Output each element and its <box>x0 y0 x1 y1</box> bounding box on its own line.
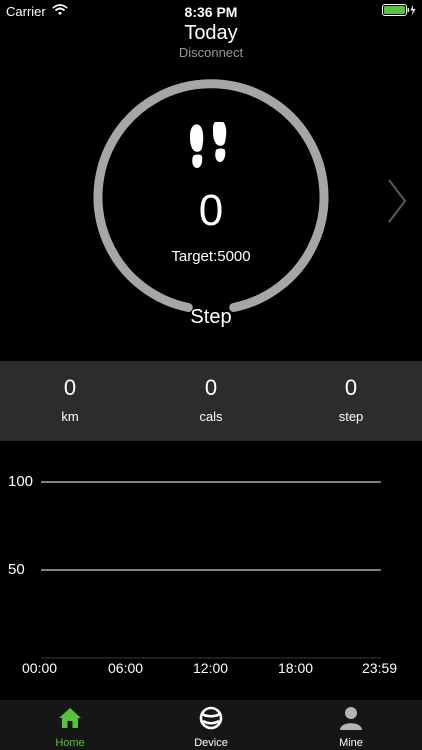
x-tick-label: 00:00 <box>22 660 58 676</box>
stat-calories: 0 cals <box>141 361 281 441</box>
tab-bar: Home Device Mine <box>0 700 422 750</box>
band-icon <box>199 706 223 730</box>
stat-label: km <box>61 409 79 424</box>
home-icon <box>58 706 82 730</box>
y-tick-label: 100 <box>8 473 34 490</box>
tab-mine[interactable]: Mine <box>281 700 421 750</box>
stat-value: 0 <box>204 375 218 400</box>
person-icon <box>339 706 363 730</box>
stats-panel: 0 km 0 cals 0 step <box>0 361 422 441</box>
status-time: 8:36 PM <box>184 4 238 20</box>
tab-label: Mine <box>339 737 363 749</box>
x-tick-label: 12:00 <box>193 660 229 676</box>
x-tick-label: 06:00 <box>108 660 144 676</box>
tab-label: Device <box>194 737 228 749</box>
hourly-step-chart: 100 50 00:00 06:00 12:00 18:00 23:59 <box>0 441 422 700</box>
stat-label: step <box>338 409 364 424</box>
battery-icon <box>382 4 416 20</box>
y-tick-label: 50 <box>8 561 25 578</box>
tab-home[interactable]: Home <box>0 700 140 750</box>
tab-device[interactable]: Device <box>141 700 281 750</box>
ring-label: Step <box>190 306 232 328</box>
connection-status: Disconnect <box>178 45 244 60</box>
step-target: Target:5000 <box>171 248 251 265</box>
page-title: Today <box>184 22 238 44</box>
stat-distance: 0 km <box>0 361 140 441</box>
status-bar: Carrier 8:36 PM <box>0 0 422 22</box>
stat-value: 0 <box>344 375 358 400</box>
x-tick-label: 18:00 <box>278 660 314 676</box>
stat-label: cals <box>199 409 223 424</box>
stat-value: 0 <box>63 375 77 400</box>
stat-steps: 0 step <box>281 361 421 441</box>
tab-label: Home <box>55 737 85 749</box>
x-tick-label: 23:59 <box>362 660 398 676</box>
step-ring: 0 Target:5000 Step <box>86 76 336 328</box>
chevron-right-icon[interactable] <box>386 178 408 224</box>
footprints-icon <box>184 122 238 176</box>
step-count: 0 <box>198 186 224 235</box>
